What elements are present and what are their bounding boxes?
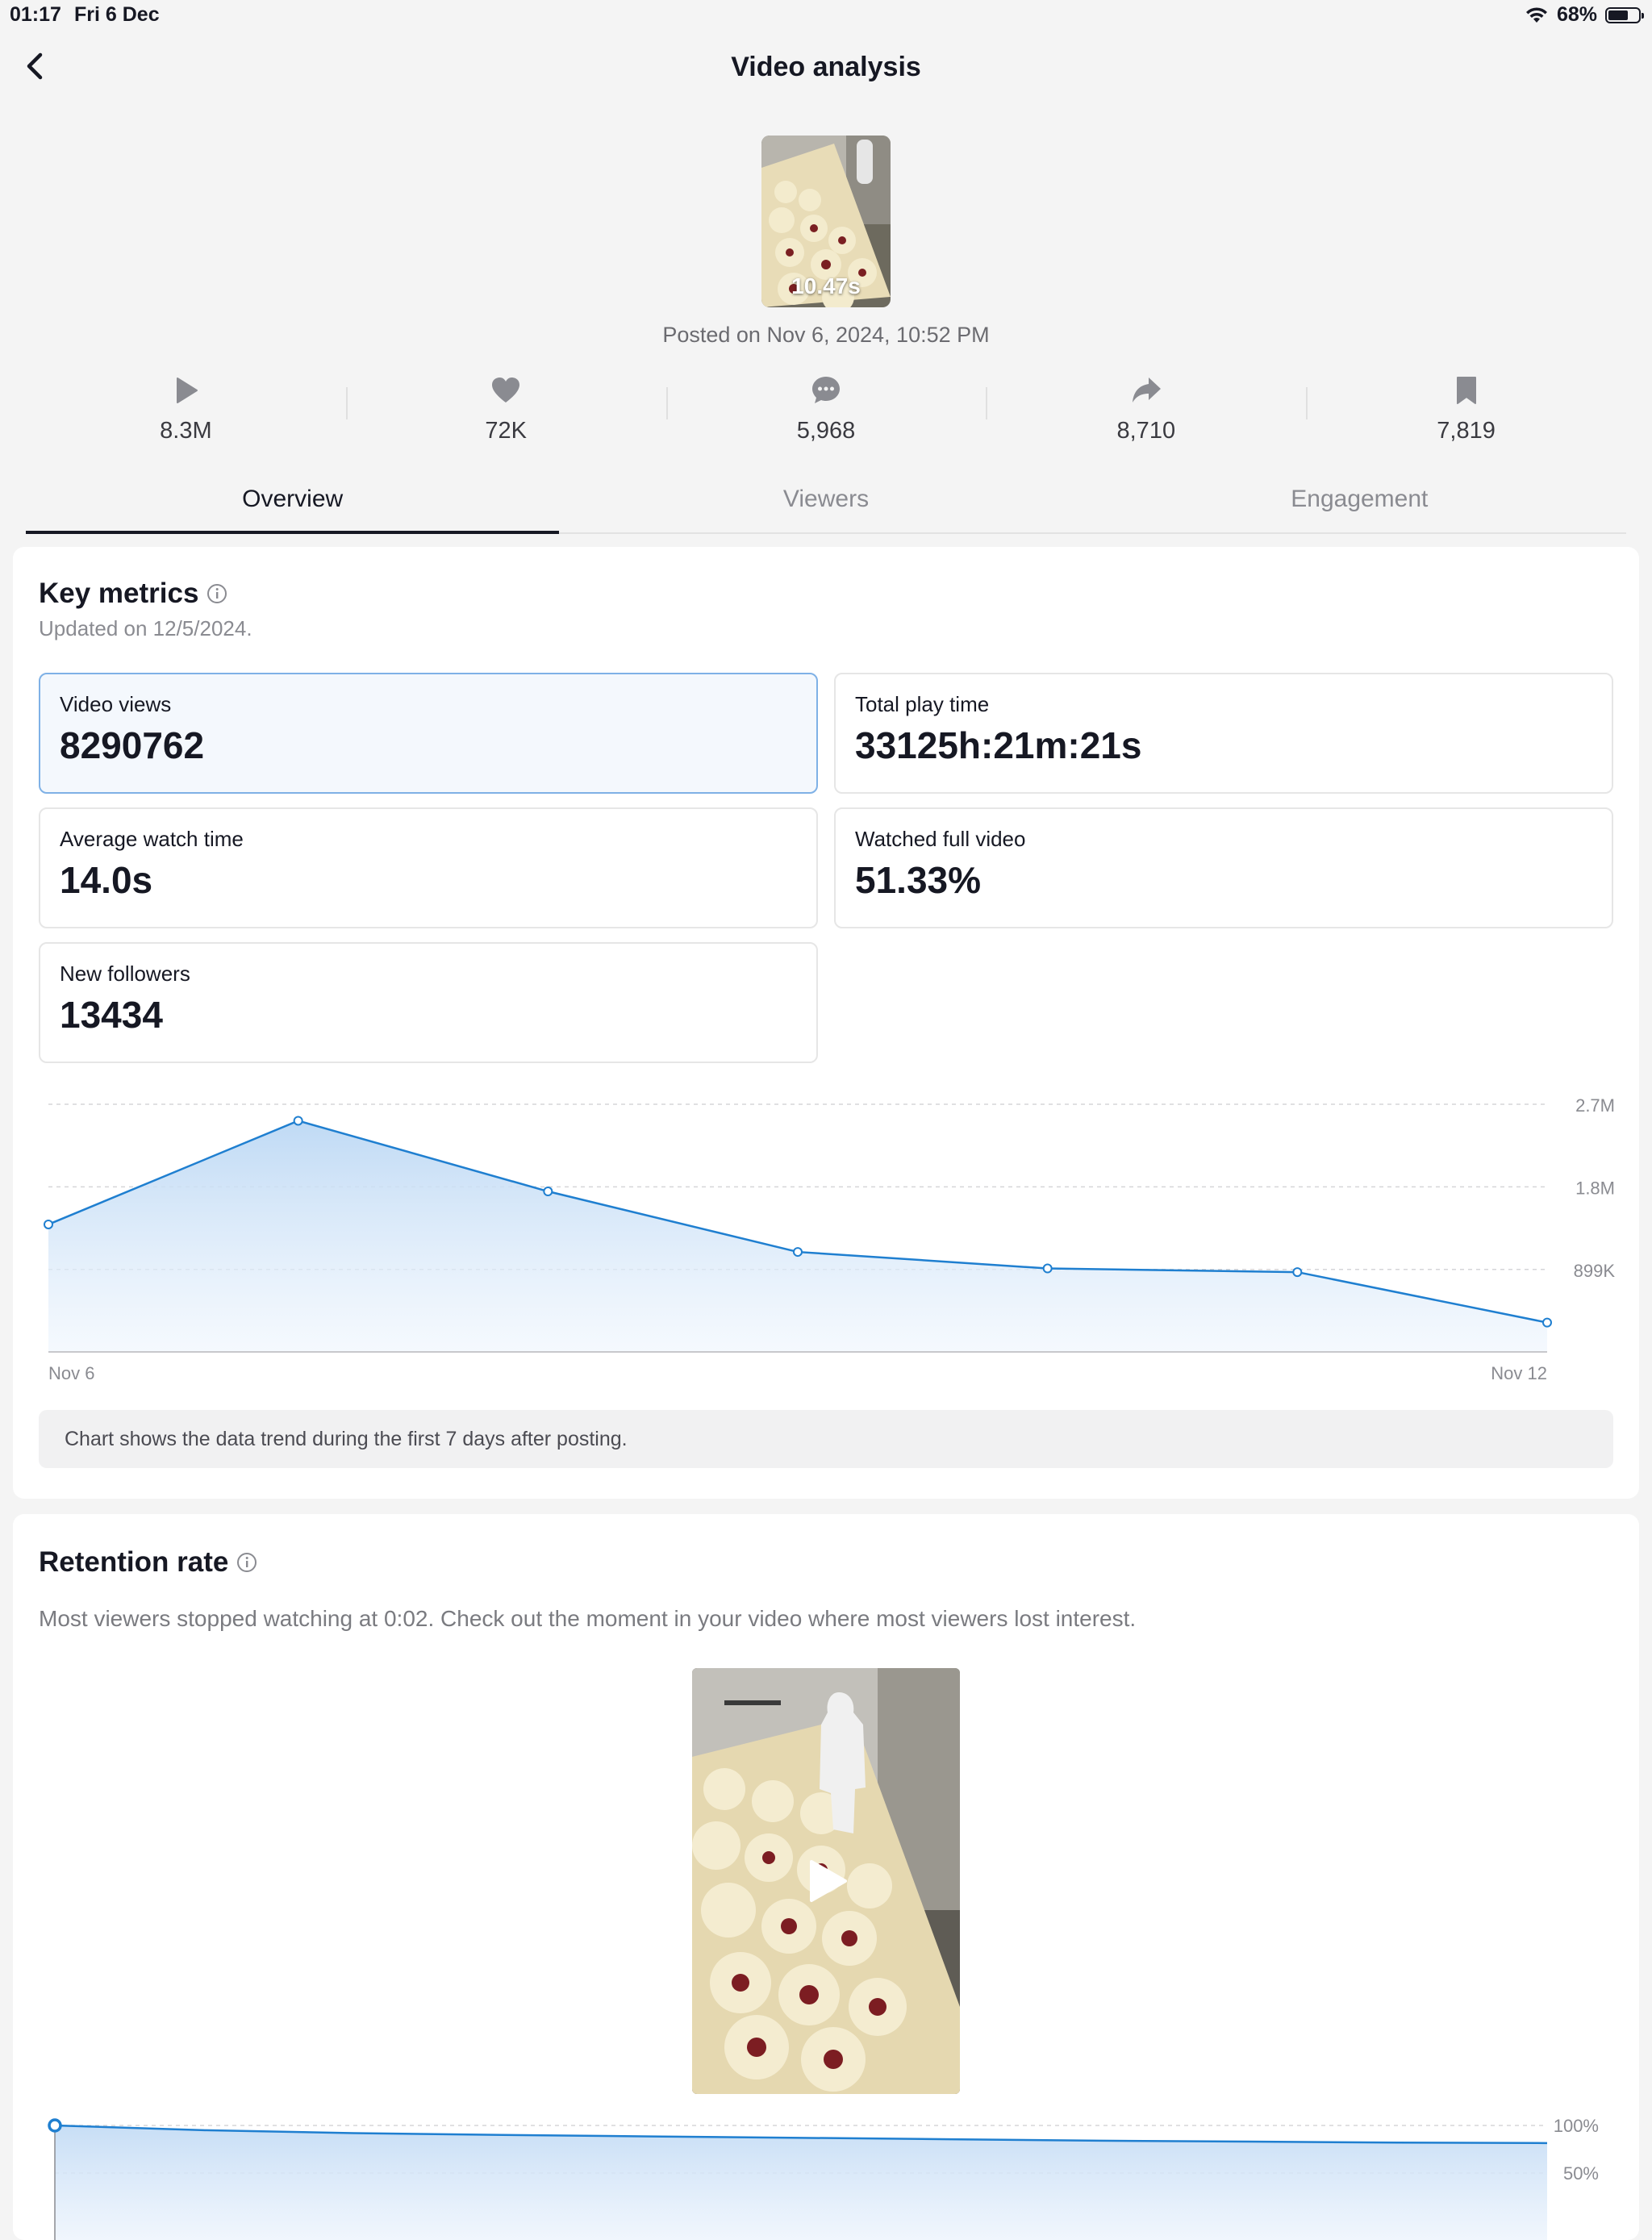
tab-overview[interactable]: Overview — [26, 476, 560, 534]
key-metrics-card: Key metrics Updated on 12/5/2024. Video … — [13, 547, 1639, 1499]
retention-chart[interactable]: 100% 50% — [13, 1514, 1639, 2240]
y-tick-label: 899K — [1574, 1261, 1616, 1281]
data-point — [1292, 1267, 1303, 1278]
y-tick-label: 1.8M — [1575, 1178, 1615, 1198]
data-point — [1542, 1317, 1552, 1328]
stat-views: 8.3M — [26, 371, 346, 452]
y-tick-label: 100% — [1554, 2116, 1599, 2136]
video-thumbnail[interactable]: 10.47s — [761, 136, 891, 307]
wifi-icon — [1525, 6, 1547, 23]
status-indicators: 68% — [1525, 3, 1644, 27]
views-trend-chart[interactable]: 899K 1.8M 2.7M Nov 6 Nov 12 — [13, 547, 1639, 1402]
tab-bar: Overview Viewers Engagement — [26, 476, 1626, 534]
data-point — [44, 1219, 53, 1229]
stat-value: 5,968 — [796, 418, 856, 444]
data-point — [293, 1116, 303, 1126]
y-tick-label: 2.7M — [1575, 1095, 1615, 1116]
x-tick-label: Nov 6 — [48, 1363, 94, 1383]
heart-icon — [492, 378, 520, 403]
chart-note: Chart shows the data trend during the fi… — [39, 1410, 1613, 1468]
stat-value: 8.3M — [160, 418, 212, 444]
retention-card: Retention rate Most viewers stopped watc… — [13, 1514, 1639, 2240]
video-duration: 10.47s — [791, 273, 861, 298]
status-bar: 01:17 Fri 6 Dec 68% — [0, 0, 1652, 32]
stat-value: 72K — [485, 418, 527, 444]
status-date: Fri 6 Dec — [74, 3, 160, 26]
stat-value: 7,819 — [1437, 418, 1496, 444]
battery-icon — [1605, 6, 1644, 23]
posted-date: Posted on Nov 6, 2024, 10:52 PM — [662, 323, 990, 347]
y-tick-label: 50% — [1563, 2163, 1599, 2184]
stat-comments: 5,968 — [665, 371, 987, 452]
stat-saves: 7,819 — [1306, 371, 1626, 452]
page-title: Video analysis — [731, 52, 921, 82]
stat-likes: 72K — [345, 371, 666, 452]
stat-shares: 8,710 — [986, 371, 1306, 452]
x-tick-label: Nov 12 — [1491, 1363, 1547, 1383]
data-point — [1042, 1263, 1053, 1274]
battery-level — [1608, 10, 1629, 20]
stats-row: 8.3M 72K 5,968 8,710 7,819 — [26, 371, 1626, 452]
battery-percent: 68% — [1556, 3, 1597, 26]
bookmark-icon — [1456, 377, 1476, 404]
status-time: 01:17 — [10, 3, 61, 26]
play-icon — [177, 378, 198, 403]
stat-value: 8,710 — [1116, 418, 1176, 444]
data-point — [793, 1247, 803, 1258]
comment-icon — [811, 377, 840, 403]
area-fill — [48, 1120, 1547, 1352]
tab-viewers[interactable]: Viewers — [559, 476, 1092, 532]
share-icon — [1132, 378, 1161, 403]
data-point — [543, 1187, 553, 1197]
scrubber-handle — [48, 2118, 62, 2133]
tab-engagement[interactable]: Engagement — [1093, 476, 1626, 532]
